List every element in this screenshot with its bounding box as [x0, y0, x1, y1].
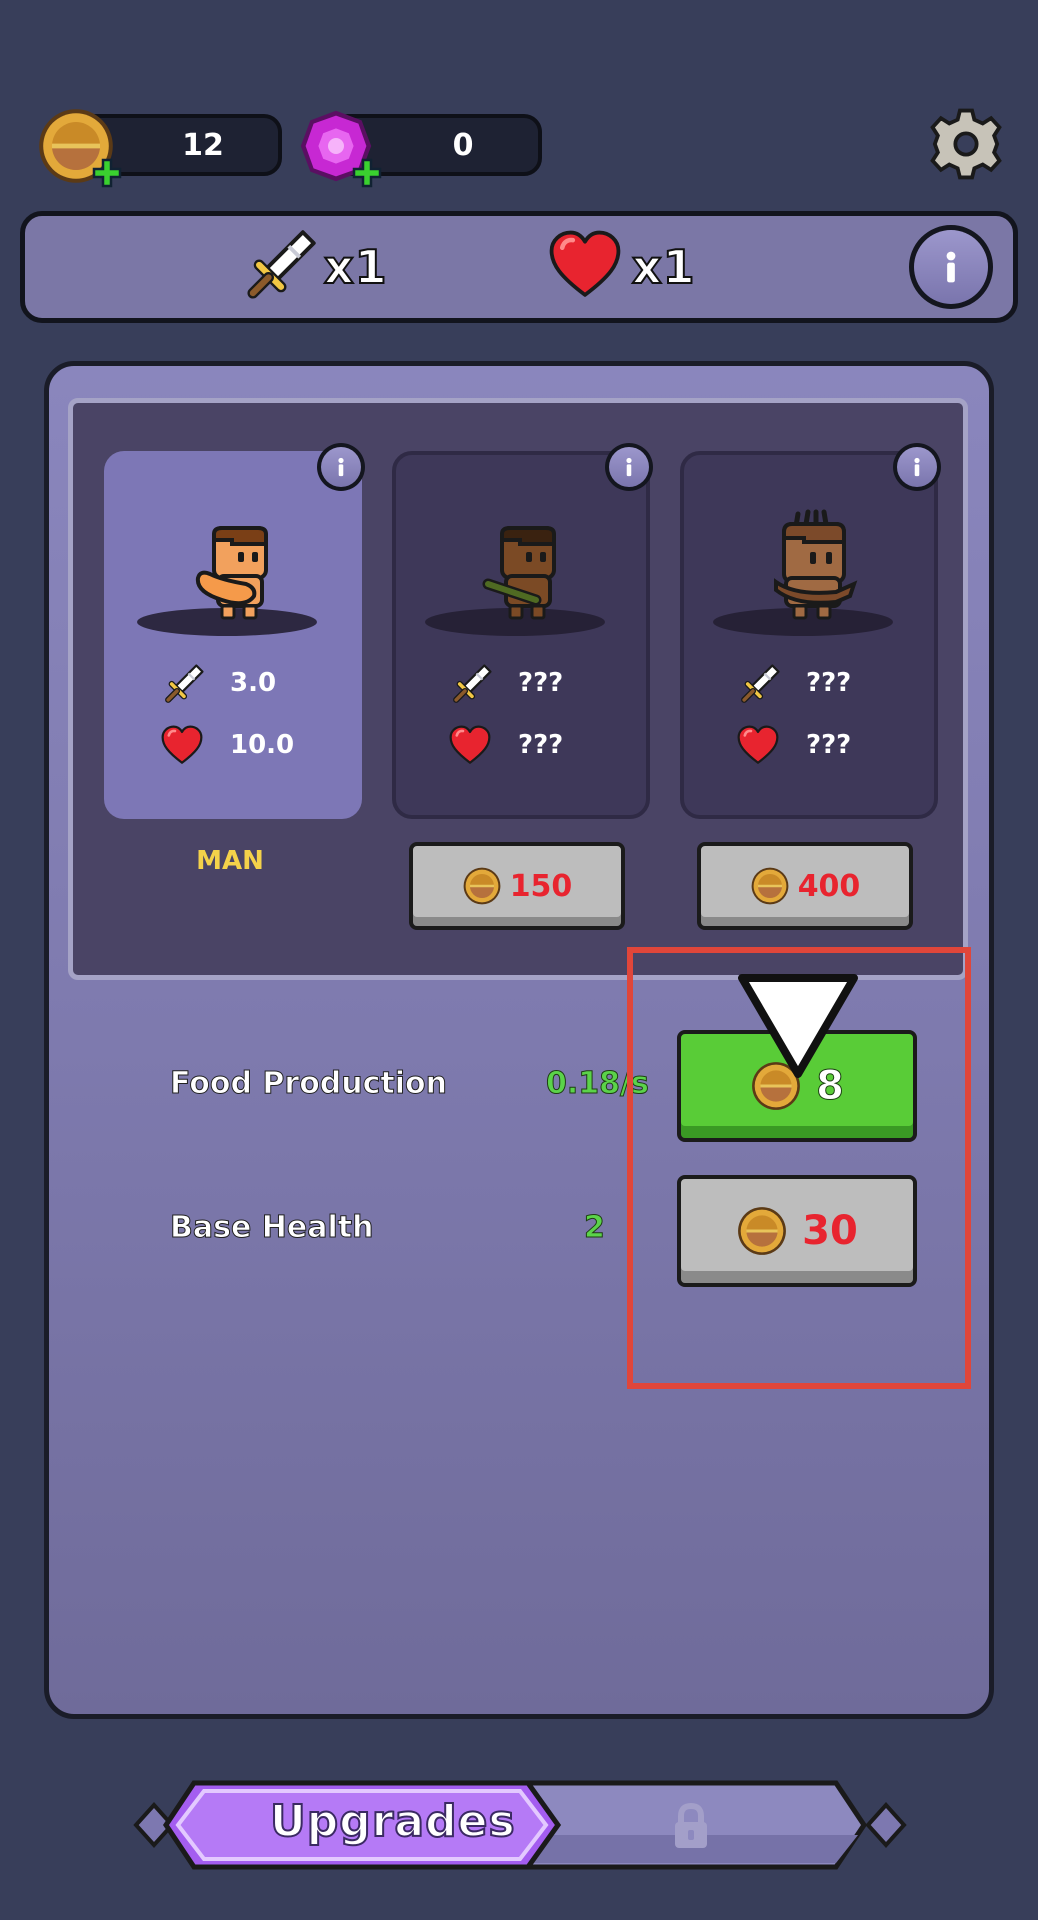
attack-multiplier: x1: [323, 239, 388, 295]
character-health: ???: [518, 730, 564, 760]
buy-character-button[interactable]: 150: [409, 842, 625, 930]
character-attack: ???: [518, 668, 564, 698]
hunter-character-icon: [482, 526, 556, 620]
sword-icon: [162, 662, 206, 706]
character-attack: ???: [806, 668, 852, 698]
heart-icon: [544, 228, 626, 304]
tab-upgrades[interactable]: Upgrades: [269, 1795, 516, 1848]
sword-icon: [738, 662, 782, 706]
info-button[interactable]: [909, 225, 993, 309]
info-icon: [616, 454, 642, 480]
character-health: 10.0: [230, 730, 295, 760]
brute-character-icon: [774, 509, 858, 620]
add-gems-icon[interactable]: [352, 158, 382, 188]
heart-icon: [736, 724, 780, 768]
upgrade-label-food-production: Food Production: [169, 1066, 448, 1102]
heart-icon: [448, 724, 492, 768]
coin-icon[interactable]: [36, 106, 122, 188]
info-icon: [328, 454, 354, 480]
stats-bar: [20, 211, 1018, 323]
caveman-character-icon: [195, 526, 268, 620]
gem-icon[interactable]: [296, 106, 382, 188]
gear-icon[interactable]: [928, 106, 1004, 182]
info-icon: [929, 245, 973, 289]
health-multiplier: x1: [631, 239, 696, 295]
character-attack: 3.0: [230, 668, 277, 698]
gem-count: 0: [452, 127, 474, 163]
character-price: 150: [509, 868, 573, 904]
sword-icon: [242, 226, 320, 304]
sword-icon: [450, 662, 494, 706]
upgrade-label-base-health: Base Health: [169, 1210, 374, 1246]
character-info-button[interactable]: [317, 443, 365, 491]
bottom-tab-bar: [133, 1780, 907, 1870]
character-health: ???: [806, 730, 852, 760]
character-info-button[interactable]: [893, 443, 941, 491]
buy-character-button[interactable]: 400: [697, 842, 913, 930]
heart-icon: [160, 724, 204, 768]
coin-icon: [462, 866, 502, 906]
coin-icon: [750, 866, 790, 906]
info-icon: [904, 454, 930, 480]
upgrade-value-base-health: 2: [584, 1210, 606, 1246]
add-coins-icon[interactable]: [92, 158, 122, 188]
character-info-button[interactable]: [605, 443, 653, 491]
character-name: MAN: [196, 846, 264, 876]
character-price: 400: [797, 868, 861, 904]
coin-count: 12: [182, 127, 224, 163]
tutorial-pointer-icon: [738, 974, 858, 1078]
lock-icon[interactable]: [672, 1802, 710, 1850]
